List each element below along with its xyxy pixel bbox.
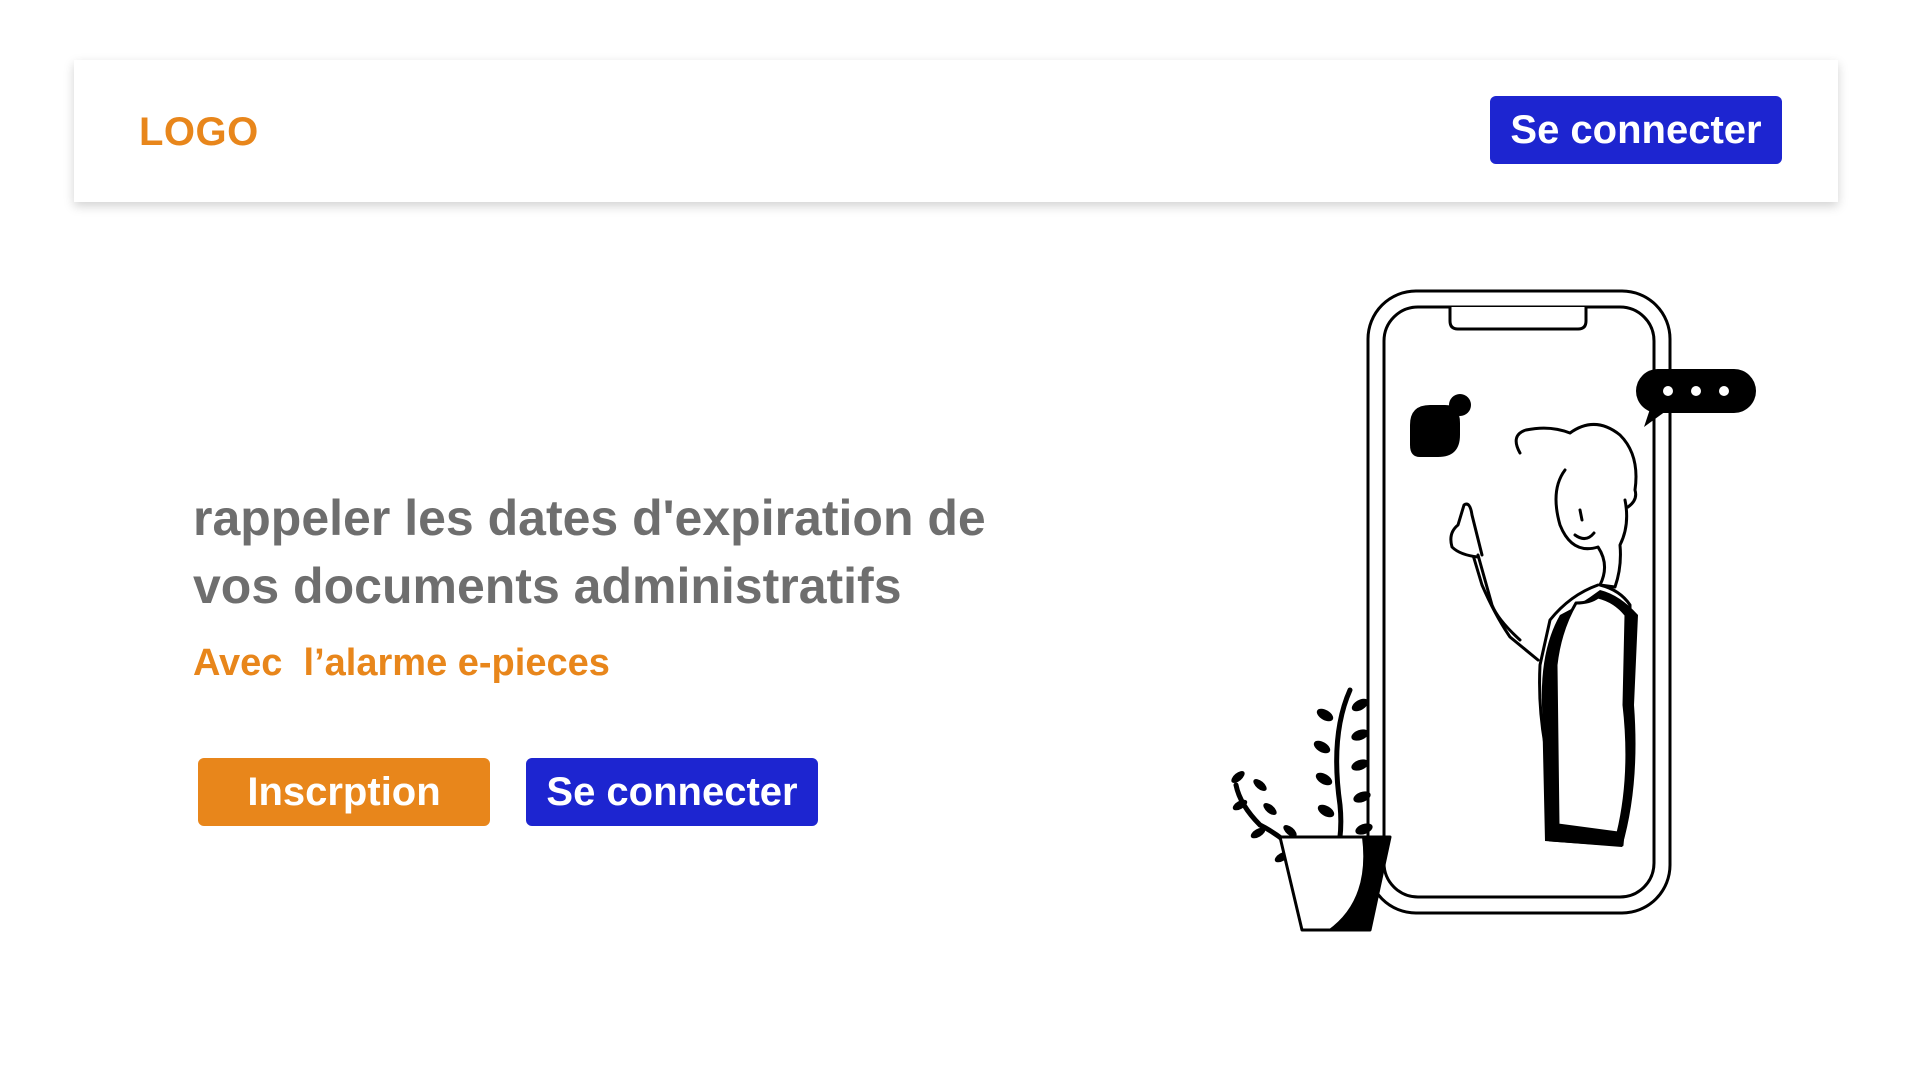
landing-page: LOGO Se connecter rappeler les dates d'e… <box>0 0 1920 1080</box>
phone-notch <box>1448 307 1588 331</box>
plant-illustration <box>1231 687 1392 932</box>
headline-line-2: vos documents administratifs <box>193 558 902 614</box>
logo[interactable]: LOGO <box>139 110 259 155</box>
chat-bubble-icon <box>1636 369 1756 427</box>
hero-subline: Avec l’alarme e-pieces <box>193 642 610 684</box>
headline-line-1: rappeler les dates d'expiration de <box>193 490 986 546</box>
hero-login-button[interactable]: Se connecter <box>526 758 818 826</box>
header-login-button[interactable]: Se connecter <box>1490 96 1782 164</box>
top-navbar: LOGO Se connecter <box>74 60 1838 202</box>
hero-headline: rappeler les dates d'expiration de vos d… <box>193 484 1093 620</box>
signup-button[interactable]: Inscrption <box>198 758 490 826</box>
phone-person-illustration <box>1231 289 1756 932</box>
